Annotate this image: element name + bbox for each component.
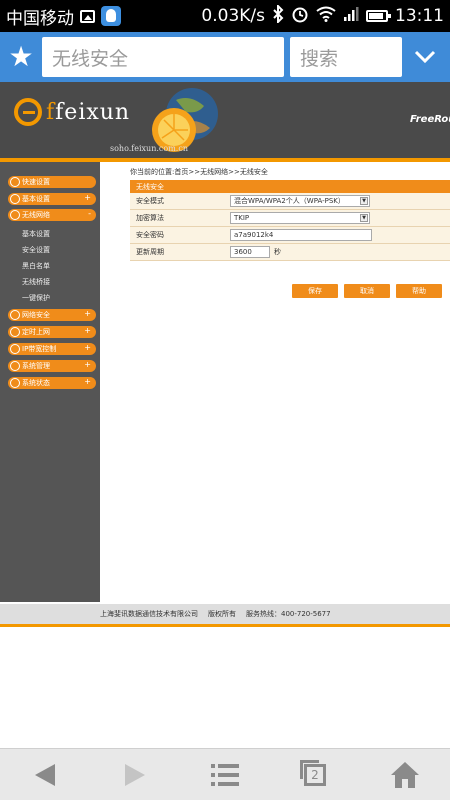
network-speed: 0.03K/s (201, 6, 265, 26)
menu-basic-settings[interactable]: 基本设置 + (8, 193, 96, 205)
renewal-period-input[interactable]: 3600 (230, 246, 270, 258)
qq-notification-icon (101, 6, 121, 26)
password-label: 安全密码 (136, 231, 164, 239)
form-row: 安全密码 a7a9012k4 (130, 227, 450, 244)
feixun-logo: ffeixun (14, 98, 130, 126)
dropdown-arrow-icon: ▼ (360, 214, 368, 222)
footer-rights: 版权所有 (208, 610, 236, 618)
security-mode-select[interactable]: 混合WPA/WPA2个人（WPA-PSK） ▼ (230, 195, 370, 207)
menu-network-security[interactable]: 网络安全 + (8, 309, 96, 321)
menu-bullet-icon (10, 177, 20, 187)
footer-hotline: 服务热线：400-720-5677 (246, 610, 331, 618)
header-tagline: FreeRout (410, 114, 450, 125)
back-button[interactable] (25, 755, 65, 795)
dropdown-arrow-icon: ▼ (360, 197, 368, 205)
menu-ip-bandwidth[interactable]: IP带宽控制 + (8, 343, 96, 355)
expand-plus-icon: + (84, 377, 91, 386)
submenu-security[interactable]: 安全设置 (22, 245, 50, 255)
menu-bullet-icon (10, 327, 20, 337)
site-url-text: soho.feixun.com.cn (110, 144, 188, 153)
wireless-security-panel: 无线安全 安全模式 混合WPA/WPA2个人（WPA-PSK） ▼ 加密算法 T… (130, 180, 450, 261)
help-button[interactable]: 帮助 (396, 284, 442, 298)
menu-quick-setup[interactable]: 快速设置 (8, 176, 96, 188)
encryption-select[interactable]: TKIP ▼ (230, 212, 370, 224)
address-bar[interactable]: 无线安全 (42, 37, 284, 77)
expand-plus-icon: + (84, 343, 91, 352)
expand-plus-icon: + (84, 360, 91, 369)
tab-count: 2 (311, 767, 319, 782)
security-mode-label: 安全模式 (136, 197, 164, 205)
submenu-basic[interactable]: 基本设置 (22, 229, 50, 239)
menu-bullet-icon (10, 194, 20, 204)
menu-system-management[interactable]: 系统管理 + (8, 360, 96, 372)
action-buttons: 保存 取消 帮助 (292, 284, 442, 298)
password-input[interactable]: a7a9012k4 (230, 229, 372, 241)
feixun-logo-icon (14, 98, 42, 126)
footer-divider (0, 624, 450, 627)
router-header: ffeixun soho.feixun.com.cn FreeRout (0, 82, 450, 158)
form-row: 安全模式 混合WPA/WPA2个人（WPA-PSK） ▼ (130, 193, 450, 210)
tabs-icon: 2 (300, 759, 326, 786)
menu-scheduled-access[interactable]: 定时上网 + (8, 326, 96, 338)
menu-bullet-icon (10, 344, 20, 354)
browser-bottom-nav: 2 (0, 748, 450, 800)
form-row: 更新周期 3600 秒 (130, 244, 450, 261)
sidebar: 快速设置 基本设置 + 无线网络 - 基本设置 安全设置 黑白名单 无线桥接 一… (0, 162, 100, 602)
renewal-unit: 秒 (274, 248, 281, 256)
battery-icon (366, 10, 391, 22)
back-arrow-icon (35, 763, 55, 786)
status-bar: 中国移动 0.03K/s 13:11 (0, 0, 450, 32)
cancel-button[interactable]: 取消 (344, 284, 390, 298)
menu-bullet-icon (10, 378, 20, 388)
home-button[interactable] (385, 755, 425, 795)
breadcrumb: 你当前的位置:首页>>无线网络>>无线安全 (130, 168, 268, 176)
carrier-label: 中国移动 (6, 8, 74, 29)
submenu-blacklist[interactable]: 黑白名单 (22, 261, 50, 271)
page-footer: 上海斐讯数据通信技术有限公司 版权所有 服务热线：400-720-5677 (0, 604, 450, 624)
forward-button[interactable] (115, 755, 155, 795)
expand-plus-icon: + (84, 309, 91, 318)
menu-bullet-icon (10, 310, 20, 320)
expand-plus-icon: + (84, 326, 91, 335)
home-icon (391, 761, 419, 788)
browser-toolbar: ★ 无线安全 搜索 (0, 32, 450, 82)
submenu-bridge[interactable]: 无线桥接 (22, 277, 50, 287)
menu-list-icon (211, 763, 239, 786)
menu-button[interactable] (205, 755, 245, 795)
encryption-label: 加密算法 (136, 214, 164, 222)
alarm-icon (291, 5, 309, 28)
gallery-notification-icon (80, 9, 95, 23)
panel-title: 无线安全 (130, 180, 450, 193)
tabs-button[interactable]: 2 (295, 755, 335, 795)
wifi-icon (316, 6, 336, 27)
clock-time: 13:11 (395, 6, 444, 26)
renewal-period-label: 更新周期 (136, 248, 164, 256)
menu-bullet-icon (10, 361, 20, 371)
save-button[interactable]: 保存 (292, 284, 338, 298)
signal-icon (343, 6, 359, 27)
collapse-minus-icon: - (88, 209, 91, 218)
footer-company: 上海斐讯数据通信技术有限公司 (100, 610, 198, 618)
expand-plus-icon: + (84, 193, 91, 202)
chevron-down-icon[interactable] (408, 37, 442, 77)
bookmark-star-icon[interactable]: ★ (6, 42, 36, 72)
submenu-one-key-protect[interactable]: 一键保护 (22, 293, 50, 303)
menu-system-status[interactable]: 系统状态 + (8, 377, 96, 389)
form-row: 加密算法 TKIP ▼ (130, 210, 450, 227)
menu-wireless-network[interactable]: 无线网络 - (8, 209, 96, 221)
search-box[interactable]: 搜索 (290, 37, 402, 77)
forward-arrow-icon (125, 763, 145, 786)
menu-bullet-icon (10, 210, 20, 220)
bluetooth-icon (272, 3, 284, 28)
